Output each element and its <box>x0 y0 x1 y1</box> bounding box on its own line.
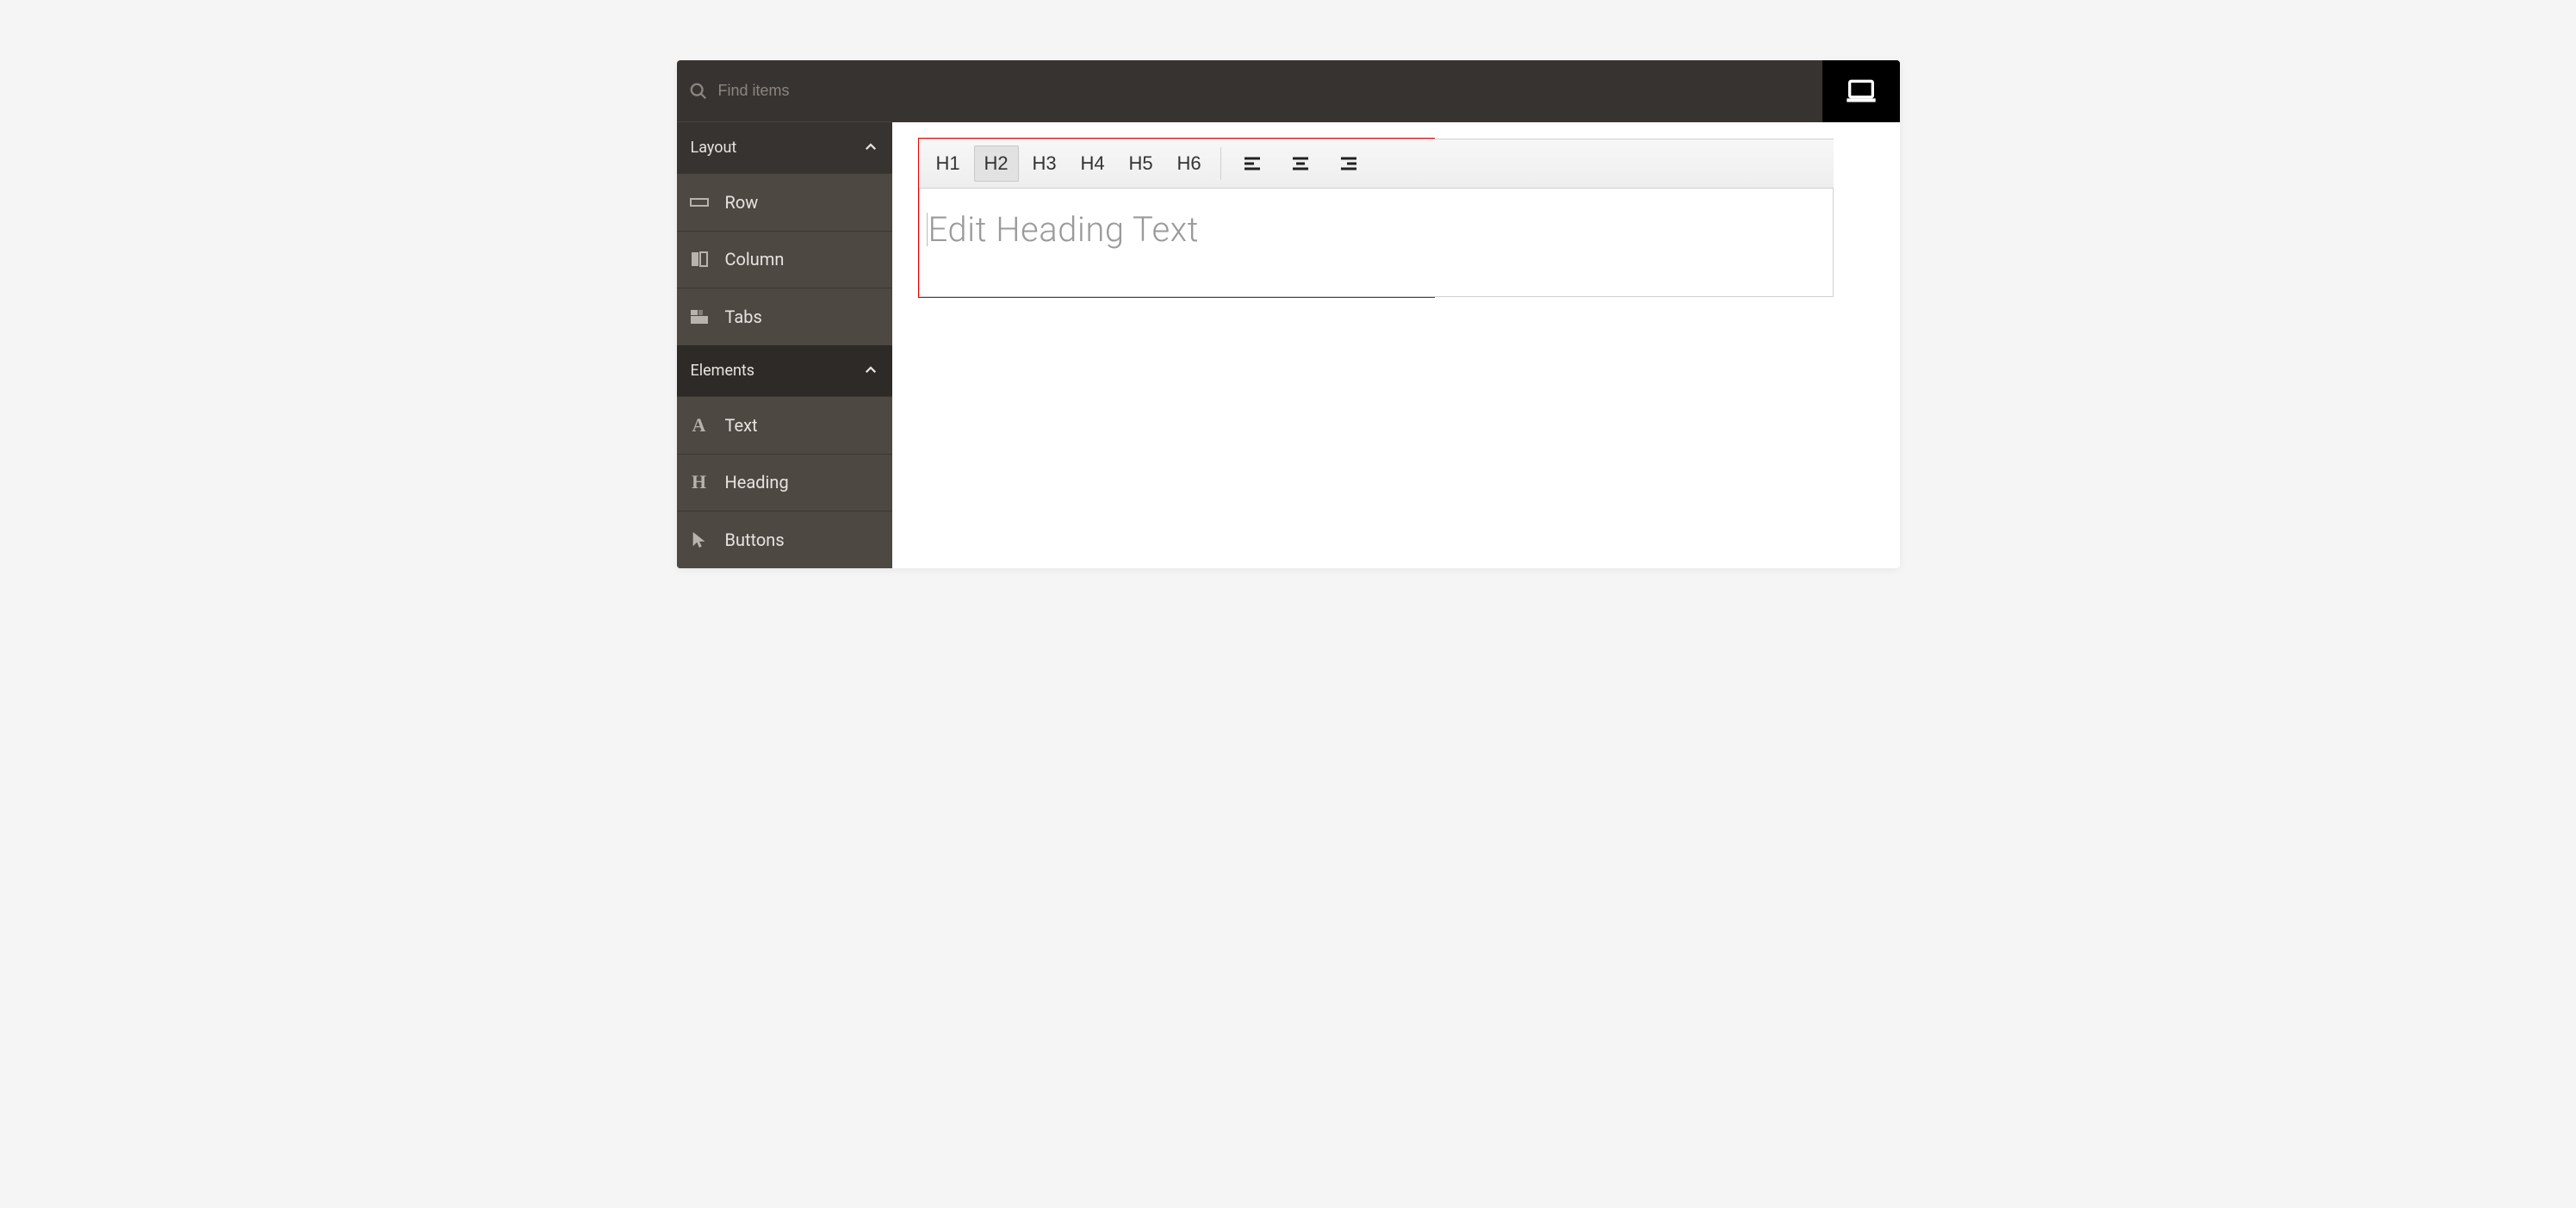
heading-h5-button[interactable]: H5 <box>1119 146 1164 182</box>
sidebar-item-column[interactable]: Column <box>677 231 892 288</box>
heading-icon: H <box>687 470 711 494</box>
search-icon <box>689 82 708 101</box>
search-input[interactable] <box>718 82 880 100</box>
align-center-button[interactable] <box>1278 146 1323 182</box>
app-window: Layout Row Column <box>677 60 1900 568</box>
desktop-view-button[interactable] <box>1822 60 1900 122</box>
heading-h4-button[interactable]: H4 <box>1071 146 1115 182</box>
section-header-elements[interactable]: Elements <box>677 345 892 396</box>
sidebar-item-label: Text <box>725 415 758 436</box>
sidebar-item-buttons[interactable]: Buttons <box>677 511 892 568</box>
sidebar-item-heading[interactable]: H Heading <box>677 454 892 511</box>
topbar <box>677 60 1900 122</box>
text-icon: A <box>687 413 711 437</box>
align-left-icon <box>1242 153 1263 174</box>
laptop-icon <box>1844 74 1878 108</box>
sidebar: Layout Row Column <box>677 122 892 568</box>
toolbar-separator <box>1220 147 1221 180</box>
align-left-button[interactable] <box>1230 146 1275 182</box>
heading-h6-button[interactable]: H6 <box>1167 146 1212 182</box>
section-label: Elements <box>691 362 755 380</box>
align-center-icon <box>1290 153 1311 174</box>
tabs-icon <box>687 305 711 329</box>
sidebar-item-text[interactable]: A Text <box>677 396 892 454</box>
sidebar-item-label: Column <box>725 249 785 269</box>
sidebar-item-row[interactable]: Row <box>677 173 892 231</box>
chevron-up-icon <box>863 362 878 378</box>
sidebar-item-label: Heading <box>725 472 789 492</box>
search-area <box>677 60 892 122</box>
cursor-icon <box>687 528 711 552</box>
heading-placeholder: Edit Heading Text <box>928 209 1824 250</box>
heading-editor[interactable]: Edit Heading Text <box>919 189 1834 297</box>
column-icon <box>687 247 711 271</box>
heading-h3-button[interactable]: H3 <box>1022 146 1067 182</box>
sidebar-item-tabs[interactable]: Tabs <box>677 288 892 345</box>
sidebar-item-label: Tabs <box>725 307 762 327</box>
heading-h2-button[interactable]: H2 <box>974 146 1019 182</box>
chevron-up-icon <box>863 139 878 155</box>
sidebar-item-label: Buttons <box>725 530 785 550</box>
row-icon <box>687 190 711 214</box>
align-right-icon <box>1338 153 1359 174</box>
heading-toolbar: H1 H2 H3 H4 H5 H6 <box>919 139 1834 189</box>
content-area: Layout Row Column <box>677 122 1900 568</box>
align-right-button[interactable] <box>1326 146 1371 182</box>
canvas[interactable]: H1 H2 H3 H4 H5 H6 <box>892 122 1900 568</box>
heading-h1-button[interactable]: H1 <box>926 146 971 182</box>
sidebar-item-label: Row <box>725 192 759 213</box>
heading-element-selection: H1 H2 H3 H4 H5 H6 <box>918 138 1435 298</box>
section-label: Layout <box>691 139 737 157</box>
section-header-layout[interactable]: Layout <box>677 122 892 173</box>
